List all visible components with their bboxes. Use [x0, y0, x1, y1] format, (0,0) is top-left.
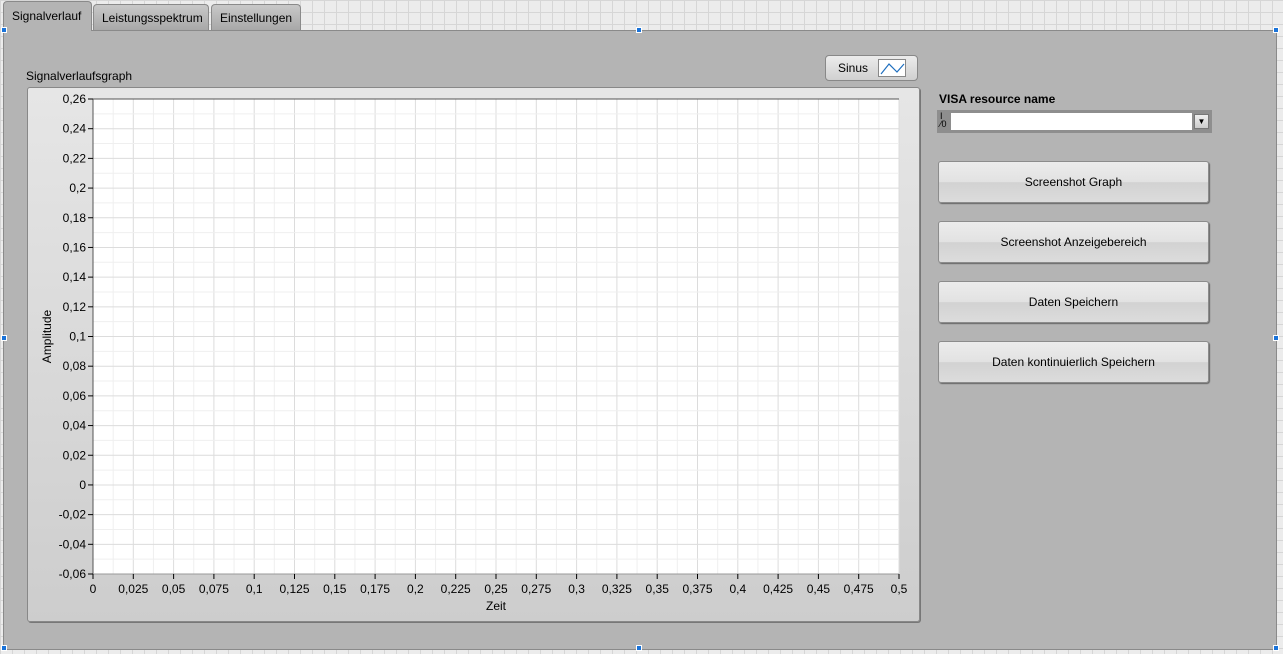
resize-handle[interactable] — [636, 645, 642, 651]
y-tick-label: 0,08 — [63, 359, 87, 373]
x-tick-label: 0,05 — [162, 582, 186, 596]
x-tick-label: 0,125 — [279, 582, 309, 596]
visa-resource-select[interactable]: I ⁄0 ▼ — [937, 110, 1212, 133]
visa-label: VISA resource name — [939, 92, 1056, 106]
x-tick-label: 0,175 — [360, 582, 390, 596]
x-tick-label: 0,25 — [484, 582, 508, 596]
x-tick-label: 0,075 — [199, 582, 229, 596]
resize-handle[interactable] — [1273, 27, 1279, 33]
y-tick-label: 0,06 — [63, 389, 87, 403]
y-tick-label: 0,1 — [69, 330, 86, 344]
y-tick-label: 0,14 — [63, 270, 87, 284]
x-tick-label: 0,1 — [246, 582, 263, 596]
x-tick-label: 0,4 — [729, 582, 746, 596]
x-tick-label: 0,5 — [891, 582, 908, 596]
graph-plot[interactable]: 0,26 0,24 0,22 0,2 0,18 0,16 0,14 0,12 0,1 0,08 0,… — [0, 0, 930, 630]
daten-kontinuierlich-speichern-button[interactable]: Daten kontinuierlich Speichern — [938, 341, 1209, 383]
y-axis-label: Amplitude — [40, 310, 54, 364]
screenshot-anzeigebereich-button[interactable]: Screenshot Anzeigebereich — [938, 221, 1209, 263]
resize-handle[interactable] — [1, 335, 7, 341]
x-axis-label: Zeit — [486, 599, 507, 613]
x-tick-label: 0,425 — [763, 582, 793, 596]
y-tick-label: 0,02 — [63, 448, 87, 462]
y-tick-label: -0,02 — [59, 508, 87, 522]
x-tick-label: 0,025 — [118, 582, 148, 596]
y-tick-label: -0,04 — [59, 537, 87, 551]
y-tick-label: 0,04 — [63, 419, 87, 433]
x-tick-label: 0,3 — [568, 582, 585, 596]
visa-input[interactable] — [951, 113, 1192, 130]
x-tick-label: 0,325 — [602, 582, 632, 596]
x-tick-label: 0,375 — [682, 582, 712, 596]
chevron-down-icon[interactable]: ▼ — [1194, 114, 1209, 129]
y-tick-label: 0 — [79, 478, 86, 492]
resize-handle[interactable] — [1273, 645, 1279, 651]
y-tick-label: -0,06 — [59, 567, 87, 581]
x-tick-label: 0,475 — [844, 582, 874, 596]
y-tick-label: 0,2 — [69, 181, 86, 195]
tab-signalverlauf[interactable]: Signalverlauf — [3, 1, 92, 31]
resize-handle[interactable] — [1273, 335, 1279, 341]
resize-handle[interactable] — [1, 645, 7, 651]
y-tick-label: 0,16 — [63, 240, 87, 254]
x-tick-label: 0,15 — [323, 582, 347, 596]
daten-speichern-button[interactable]: Daten Speichern — [938, 281, 1209, 323]
screenshot-graph-button[interactable]: Screenshot Graph — [938, 161, 1209, 203]
x-tick-label: 0,275 — [521, 582, 551, 596]
y-tick-label: 0,26 — [63, 92, 87, 106]
x-tick-label: 0 — [90, 582, 97, 596]
resize-handle[interactable] — [1, 27, 7, 33]
resize-handle[interactable] — [636, 27, 642, 33]
y-tick-label: 0,12 — [63, 300, 87, 314]
io-icon: I ⁄0 — [940, 111, 947, 129]
x-tick-label: 0,45 — [807, 582, 831, 596]
x-tick-label: 0,2 — [407, 582, 424, 596]
x-tick-label: 0,35 — [646, 582, 670, 596]
x-tick-label: 0,225 — [441, 582, 471, 596]
y-tick-label: 0,22 — [63, 151, 87, 165]
y-tick-label: 0,24 — [63, 122, 87, 136]
y-tick-label: 0,18 — [63, 211, 87, 225]
